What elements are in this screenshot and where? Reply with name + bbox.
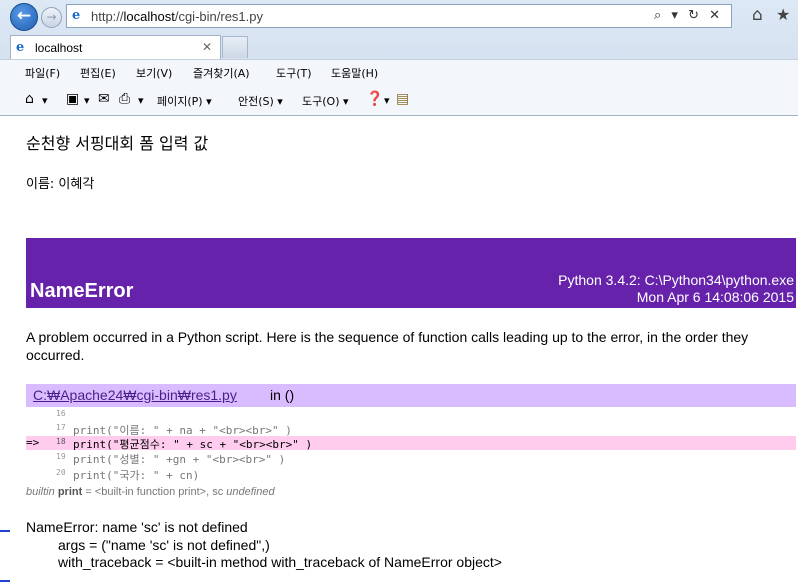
url-path: /cgi-bin/res1.py: [174, 9, 263, 24]
vars-prefix: builtin: [26, 486, 55, 498]
code-line-number: 19: [56, 452, 66, 461]
exception-line: NameError: name 'sc' is not defined: [26, 519, 248, 535]
exception-message: : name 'sc' is not defined: [94, 519, 248, 535]
forward-button[interactable]: →: [41, 7, 62, 28]
back-arrow-icon: ←: [16, 6, 32, 26]
left-edge-marker: [0, 530, 10, 532]
page-title: 순천향 서핑대회 폼 입력 값: [26, 134, 209, 153]
code-source: print("국가: " + cn): [73, 469, 200, 482]
tab-close-icon[interactable]: ✕: [202, 40, 212, 54]
exception-traceback: with_traceback = <built-in method with_t…: [58, 554, 502, 570]
exception-type: NameError: [26, 519, 95, 535]
address-tools[interactable]: ⌕ ▾ ↻ ✕: [654, 8, 723, 23]
menu-view[interactable]: 보기(V): [136, 65, 172, 81]
help-dropdown-icon[interactable]: ▾: [384, 94, 390, 107]
menu-edit[interactable]: 편집(E): [80, 65, 116, 81]
tools-menu[interactable]: 도구(O) ▾: [302, 93, 349, 109]
frame-in-text: in (): [270, 387, 295, 403]
ie-tab-icon: e: [16, 40, 25, 55]
research-icon[interactable]: ▤: [396, 91, 409, 107]
tab-title: localhost: [35, 41, 83, 55]
error-title: NameError: [30, 280, 134, 302]
home-dropdown-icon[interactable]: ▾: [42, 94, 48, 107]
menu-favorites[interactable]: 즐겨찾기(A): [193, 65, 250, 81]
code-line-number: 17: [56, 423, 66, 432]
frame-file-link[interactable]: C:₩Apache24₩cgi-bin₩res1.py: [33, 387, 237, 403]
home-icon[interactable]: ⌂: [752, 5, 763, 25]
vars-undefined: undefined: [226, 486, 275, 498]
ie-page-icon: e: [72, 8, 81, 23]
page-content: 순천향 서핑대회 폼 입력 값 이름: 이혜각 NameError Python…: [0, 117, 798, 587]
url-prefix: http://: [91, 9, 124, 24]
error-intro: A problem occurred in a Python script. H…: [26, 329, 749, 363]
print-icon[interactable]: ⎙: [119, 91, 130, 107]
code-source: print("평균점수: " + sc + "<br><br>" ): [73, 438, 313, 451]
favorites-star-icon[interactable]: ★: [776, 5, 790, 24]
code-line-number: 16: [56, 409, 66, 418]
menu-help[interactable]: 도움말(H): [331, 65, 378, 81]
vars-mid: = <built-in function print>, sc: [85, 486, 224, 498]
frame-variables: builtin print = <built-in function print…: [26, 486, 275, 498]
error-meta: Python 3.4.2: C:\Python34\python.exe Mon…: [558, 272, 794, 306]
code-line: 17 print("이름: " + na + "<br><br>" ): [26, 422, 796, 437]
menu-file[interactable]: 파일(F): [25, 65, 60, 81]
safety-menu[interactable]: 안전(S) ▾: [238, 93, 283, 109]
error-timestamp: Mon Apr 6 14:08:06 2015: [636, 289, 794, 305]
page-menu[interactable]: 페이지(P) ▾: [157, 93, 212, 109]
feeds-dropdown-icon[interactable]: ▾: [84, 94, 90, 107]
code-line: 19 print("성별: " +gn + "<br><br>" ): [26, 451, 796, 466]
address-bar[interactable]: e http://localhost/cgi-bin/res1.py ⌕ ▾ ↻…: [66, 4, 732, 28]
python-info: Python 3.4.2: C:\Python34\python.exe: [558, 272, 794, 288]
browser-chrome: ← → e http://localhost/cgi-bin/res1.py ⌕…: [0, 0, 798, 116]
code-line-number: 20: [56, 468, 66, 477]
code-line: 16: [26, 408, 796, 422]
menu-tools[interactable]: 도구(T): [276, 65, 312, 81]
code-source: print("성별: " +gn + "<br><br>" ): [73, 453, 286, 466]
new-tab-button[interactable]: [222, 36, 248, 58]
code-marker: =>: [26, 436, 40, 449]
menu-bar: 파일(F) 편집(E) 보기(V) 즐겨찾기(A) 도구(T) 도움말(H): [0, 59, 798, 85]
code-line: 20 print("국가: " + cn): [26, 467, 796, 482]
name-line: 이름: 이혜각: [26, 177, 95, 192]
code-line-number: 18: [56, 437, 66, 446]
code-line-highlighted: => 18 print("평균점수: " + sc + "<br><br>" ): [26, 436, 796, 451]
tab-strip: e localhost ✕: [0, 33, 798, 59]
home-cmd-icon[interactable]: ⌂: [25, 91, 34, 107]
back-button[interactable]: ←: [10, 3, 38, 31]
command-bar: ⌂ ▾ ▣ ▾ ✉ ⎙ ▾ 페이지(P) ▾ 안전(S) ▾ 도구(O) ▾ ❓…: [0, 85, 798, 115]
url-text[interactable]: http://localhost/cgi-bin/res1.py: [91, 9, 263, 24]
print-dropdown-icon[interactable]: ▾: [138, 94, 144, 107]
mail-icon[interactable]: ✉: [98, 91, 110, 107]
feeds-icon[interactable]: ▣: [66, 91, 79, 107]
url-host: localhost: [123, 9, 175, 24]
frame-header: C:₩Apache24₩cgi-bin₩res1.py in (): [26, 384, 796, 407]
left-edge-marker: [0, 580, 10, 582]
help-icon[interactable]: ❓: [366, 91, 383, 107]
navigation-bar: ← → e http://localhost/cgi-bin/res1.py ⌕…: [0, 0, 798, 32]
vars-name: print: [57, 486, 83, 498]
exception-args: args = ("name 'sc' is not defined",): [58, 537, 270, 553]
error-banner: NameError Python 3.4.2: C:\Python34\pyth…: [26, 238, 796, 308]
forward-arrow-icon: →: [46, 10, 57, 24]
tab-localhost[interactable]: e localhost ✕: [10, 35, 221, 59]
